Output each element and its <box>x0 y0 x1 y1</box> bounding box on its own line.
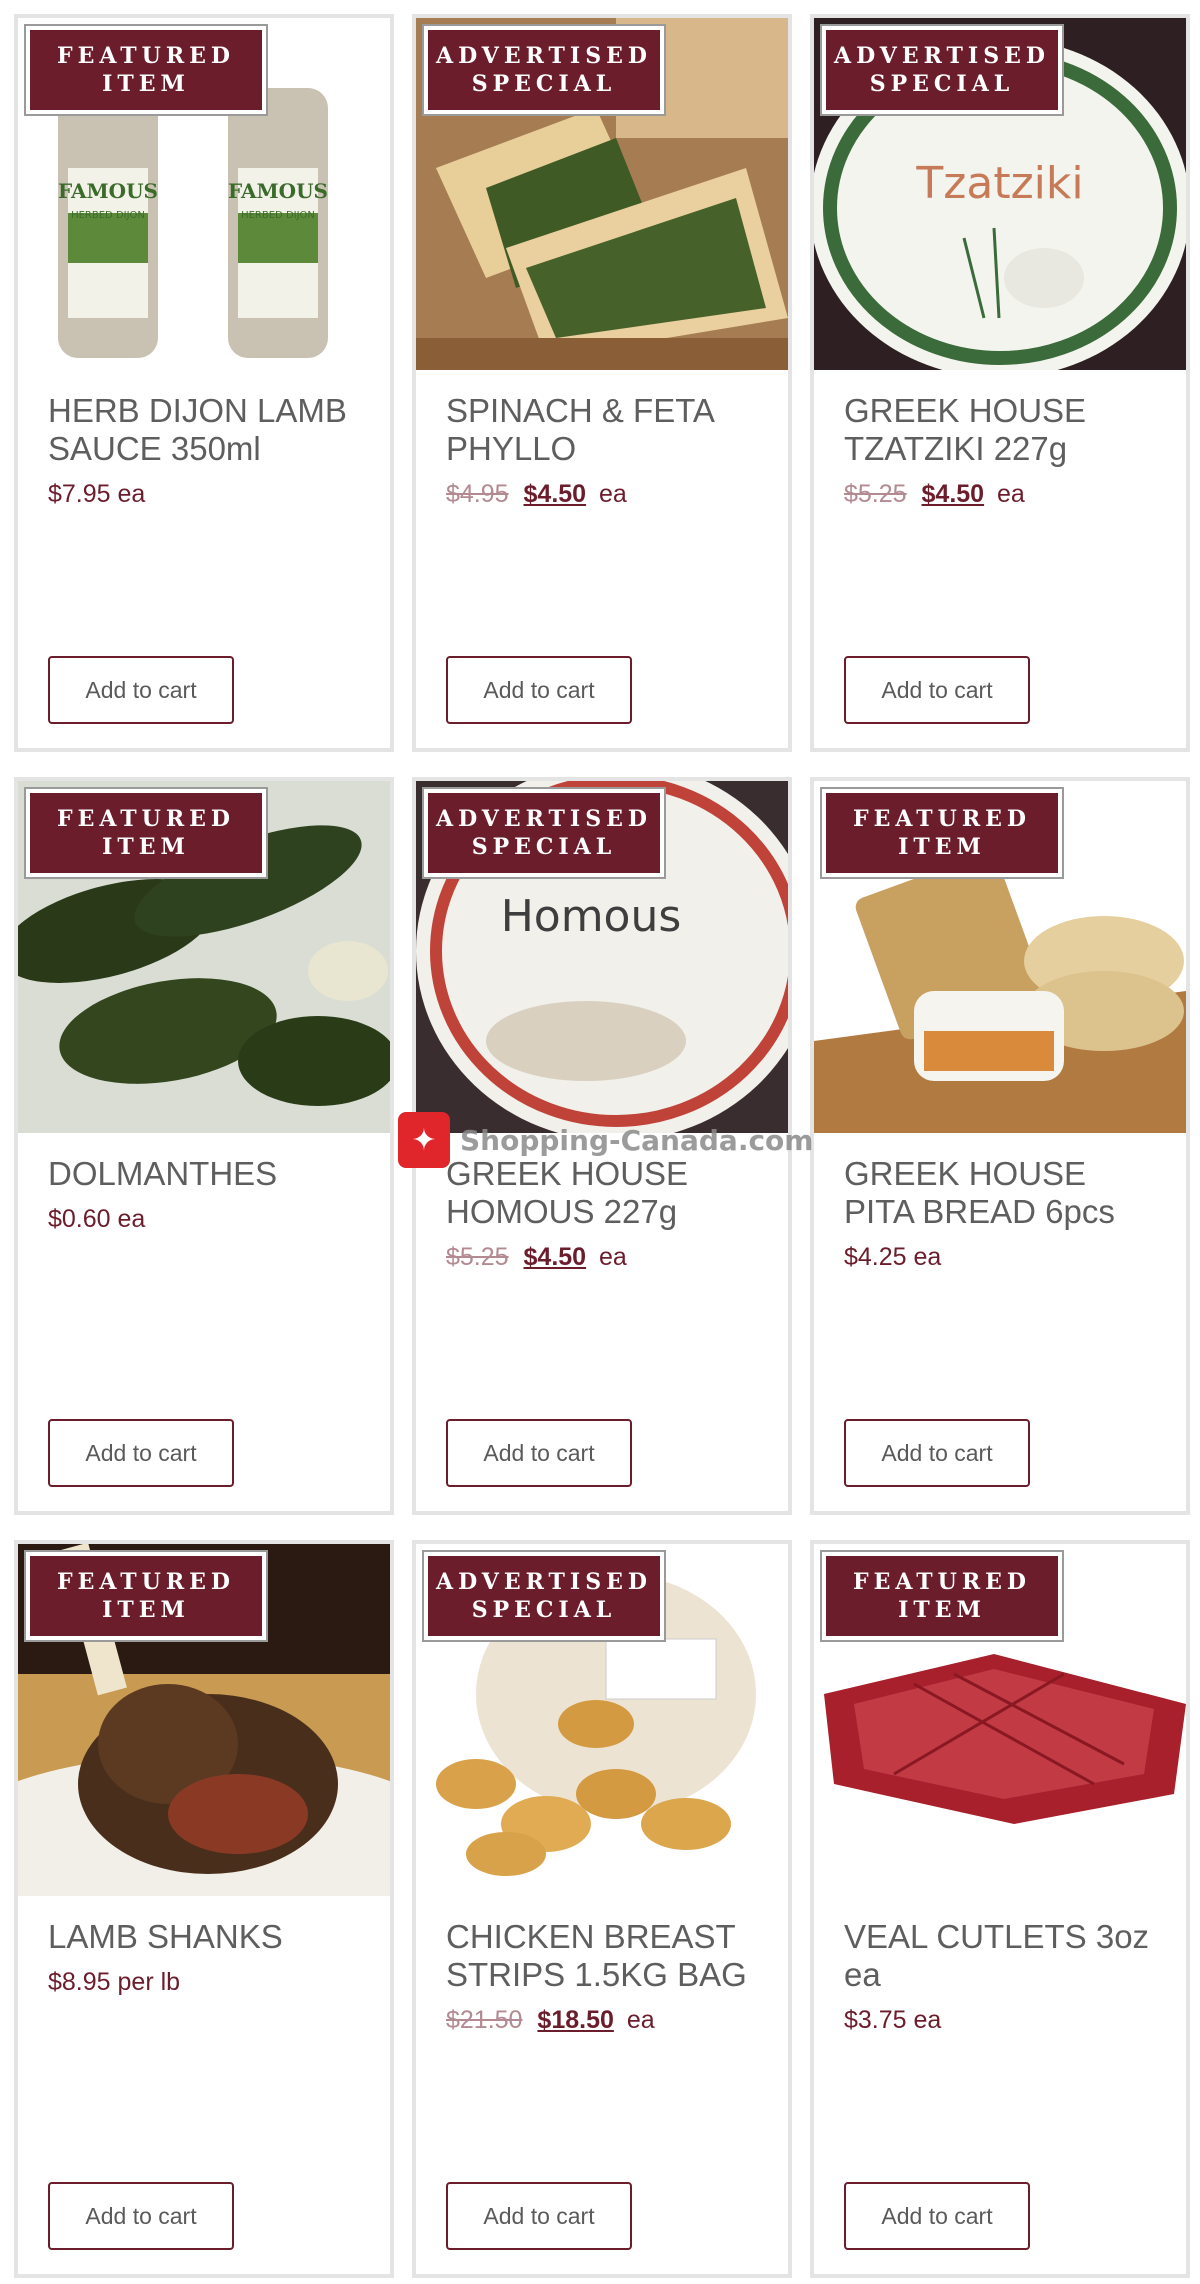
price-unit: ea <box>599 1243 627 1271</box>
price-current: $18.50 <box>537 2006 614 2034</box>
price-current: $4.50 <box>523 480 587 508</box>
price-unit: ea <box>117 480 146 508</box>
product-title[interactable]: GREEK HOUSE PITA BREAD 6pcs <box>844 1155 1156 1231</box>
add-to-cart-button[interactable]: Add to cart <box>446 656 632 724</box>
advertised-badge: ADVERTISED SPECIAL <box>422 24 666 116</box>
advertised-badge: ADVERTISED SPECIAL <box>422 1550 666 1642</box>
product-label-text: Homous <box>501 891 682 942</box>
add-to-cart-button[interactable]: Add to cart <box>446 1419 632 1487</box>
watermark: ✦ Shopping-Canada.com <box>398 1112 813 1168</box>
featured-badge: FEATURED ITEM <box>24 787 268 879</box>
product-title[interactable]: DOLMANTHES <box>48 1155 360 1193</box>
price-unit: ea <box>913 1243 942 1271</box>
product-card: FEATURED ITEM VEAL CUTLETS 3oz ea $3.75 … <box>810 1540 1190 2278</box>
product-title[interactable]: CHICKEN BREAST STRIPS 1.5KG BAG <box>446 1918 758 1994</box>
add-to-cart-button[interactable]: Add to cart <box>48 656 234 724</box>
product-card: ADVERTISED SPECIAL CHICKEN BREAST STRIPS… <box>412 1540 792 2278</box>
product-price: $4.25 ea <box>844 1243 941 1272</box>
product-card: FAMOUS FAMOUS HERBED DIJON HERBED DIJON … <box>14 14 394 752</box>
featured-badge: FEATURED ITEM <box>24 1550 268 1642</box>
product-price: $5.25 $4.50 ea <box>844 480 1025 509</box>
add-to-cart-button[interactable]: Add to cart <box>844 1419 1030 1487</box>
product-card: FEATURED ITEM GREEK HOUSE PITA BREAD 6pc… <box>810 777 1190 1515</box>
product-title[interactable]: LAMB SHANKS <box>48 1918 360 1956</box>
product-card: Tzatziki ADVERTISED SPECIAL GREEK HOUSE … <box>810 14 1190 752</box>
featured-badge: FEATURED ITEM <box>820 1550 1064 1642</box>
price-old: $5.25 <box>844 480 907 508</box>
add-to-cart-button[interactable]: Add to cart <box>844 2182 1030 2250</box>
featured-badge: FEATURED ITEM <box>24 24 268 116</box>
product-label-text: FAMOUS <box>58 179 158 203</box>
product-title[interactable]: GREEK HOUSE TZATZIKI 227g <box>844 392 1156 468</box>
featured-badge: FEATURED ITEM <box>820 787 1064 879</box>
product-label-subtext: HERBED DIJON <box>241 210 315 221</box>
price-current: $0.60 <box>48 1205 111 1233</box>
product-label-subtext: HERBED DIJON <box>71 210 145 221</box>
product-card: FEATURED ITEM DOLMANTHES $0.60 ea Add to… <box>14 777 394 1515</box>
product-card: FEATURED ITEM LAMB SHANKS $8.95 per lb A… <box>14 1540 394 2278</box>
price-current: $4.50 <box>921 480 985 508</box>
price-old: $4.95 <box>446 480 509 508</box>
price-current: $4.25 <box>844 1243 907 1271</box>
product-price: $4.95 $4.50 ea <box>446 480 627 509</box>
price-current: $8.95 <box>48 1968 111 1996</box>
product-label-text: Tzatziki <box>915 158 1083 209</box>
price-unit: per lb <box>117 1968 181 1996</box>
product-card: ADVERTISED SPECIAL SPINACH & FETA PHYLLO… <box>412 14 792 752</box>
product-title[interactable]: SPINACH & FETA PHYLLO <box>446 392 758 468</box>
add-to-cart-button[interactable]: Add to cart <box>48 1419 234 1487</box>
product-price: $21.50 $18.50 ea <box>446 2006 655 2035</box>
maple-leaf-icon: ✦ <box>398 1112 450 1168</box>
add-to-cart-button[interactable]: Add to cart <box>48 2182 234 2250</box>
product-title[interactable]: VEAL CUTLETS 3oz ea <box>844 1918 1156 1994</box>
add-to-cart-button[interactable]: Add to cart <box>844 656 1030 724</box>
price-current: $4.50 <box>523 1243 587 1271</box>
price-current: $7.95 <box>48 480 111 508</box>
watermark-text: Shopping-Canada.com <box>460 1123 814 1157</box>
price-unit: ea <box>913 2006 942 2034</box>
advertised-badge: ADVERTISED SPECIAL <box>820 24 1064 116</box>
product-price: $0.60 ea <box>48 1205 145 1234</box>
price-unit: ea <box>997 480 1025 508</box>
price-unit: ea <box>626 2006 655 2034</box>
price-unit: ea <box>117 1205 146 1233</box>
product-price: $7.95 ea <box>48 480 145 509</box>
price-old: $21.50 <box>446 2006 523 2034</box>
advertised-badge: ADVERTISED SPECIAL <box>422 787 666 879</box>
product-price: $3.75 ea <box>844 2006 941 2035</box>
product-label-text: FAMOUS <box>228 179 328 203</box>
price-unit: ea <box>599 480 627 508</box>
product-title[interactable]: HERB DIJON LAMB SAUCE 350ml <box>48 392 360 468</box>
add-to-cart-button[interactable]: Add to cart <box>446 2182 632 2250</box>
product-price: $8.95 per lb <box>48 1968 180 1997</box>
price-old: $5.25 <box>446 1243 509 1271</box>
price-current: $3.75 <box>844 2006 907 2034</box>
product-price: $5.25 $4.50 ea <box>446 1243 627 1272</box>
